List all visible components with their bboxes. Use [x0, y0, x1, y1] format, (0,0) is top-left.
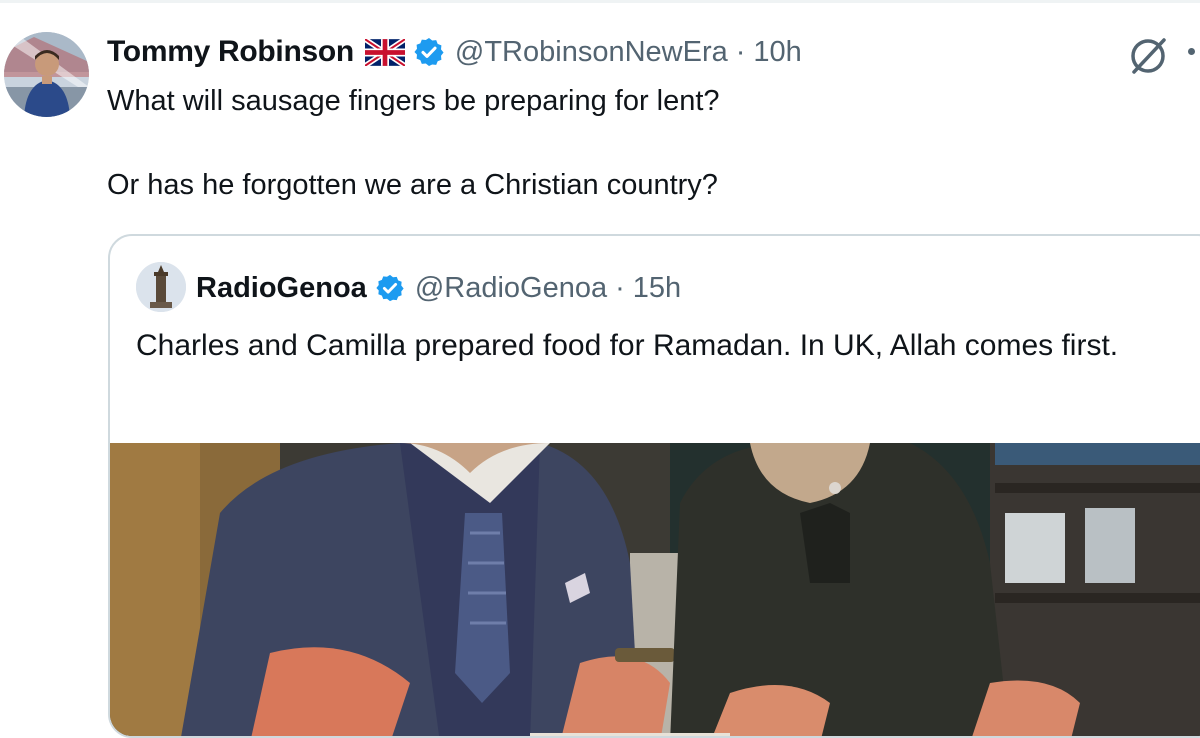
- author-name[interactable]: Tommy Robinson: [107, 35, 354, 69]
- grok-icon[interactable]: [1126, 34, 1170, 78]
- uk-flag-icon: [363, 36, 407, 68]
- tweet-text-line: Or has he forgotten we are a Christian c…: [107, 169, 718, 201]
- tweet-timestamp[interactable]: 10h: [753, 36, 801, 69]
- quoted-tweet-video[interactable]: [110, 443, 1200, 736]
- top-divider: [0, 0, 1200, 3]
- quoted-author-name[interactable]: RadioGenoa: [196, 272, 367, 305]
- verified-badge-icon: [375, 273, 405, 303]
- separator-dot: ·: [615, 271, 625, 304]
- quoted-tweet-card[interactable]: RadioGenoa @RadioGenoa · 15h Charles and…: [108, 234, 1200, 738]
- tweet-text: What will sausage fingers be preparing f…: [107, 80, 1187, 206]
- quoted-tweet-header: RadioGenoa @RadioGenoa · 15h: [196, 268, 681, 308]
- more-icon[interactable]: [1188, 48, 1195, 55]
- quoted-tweet-text: Charles and Camilla prepared food for Ra…: [136, 329, 1119, 362]
- author-handle[interactable]: @TRobinsonNewEra: [455, 36, 728, 69]
- quoted-avatar[interactable]: [136, 262, 186, 312]
- tweet-text-line: What will sausage fingers be preparing f…: [107, 85, 720, 117]
- quoted-tweet-timestamp[interactable]: 15h: [633, 272, 681, 305]
- separator-dot: ·: [735, 35, 746, 68]
- avatar[interactable]: [4, 32, 89, 117]
- quoted-author-handle[interactable]: @RadioGenoa: [415, 272, 607, 305]
- verified-badge-icon: [413, 36, 445, 68]
- tweet-header: Tommy Robinson @TRobinsonNewEra · 10h: [107, 32, 802, 72]
